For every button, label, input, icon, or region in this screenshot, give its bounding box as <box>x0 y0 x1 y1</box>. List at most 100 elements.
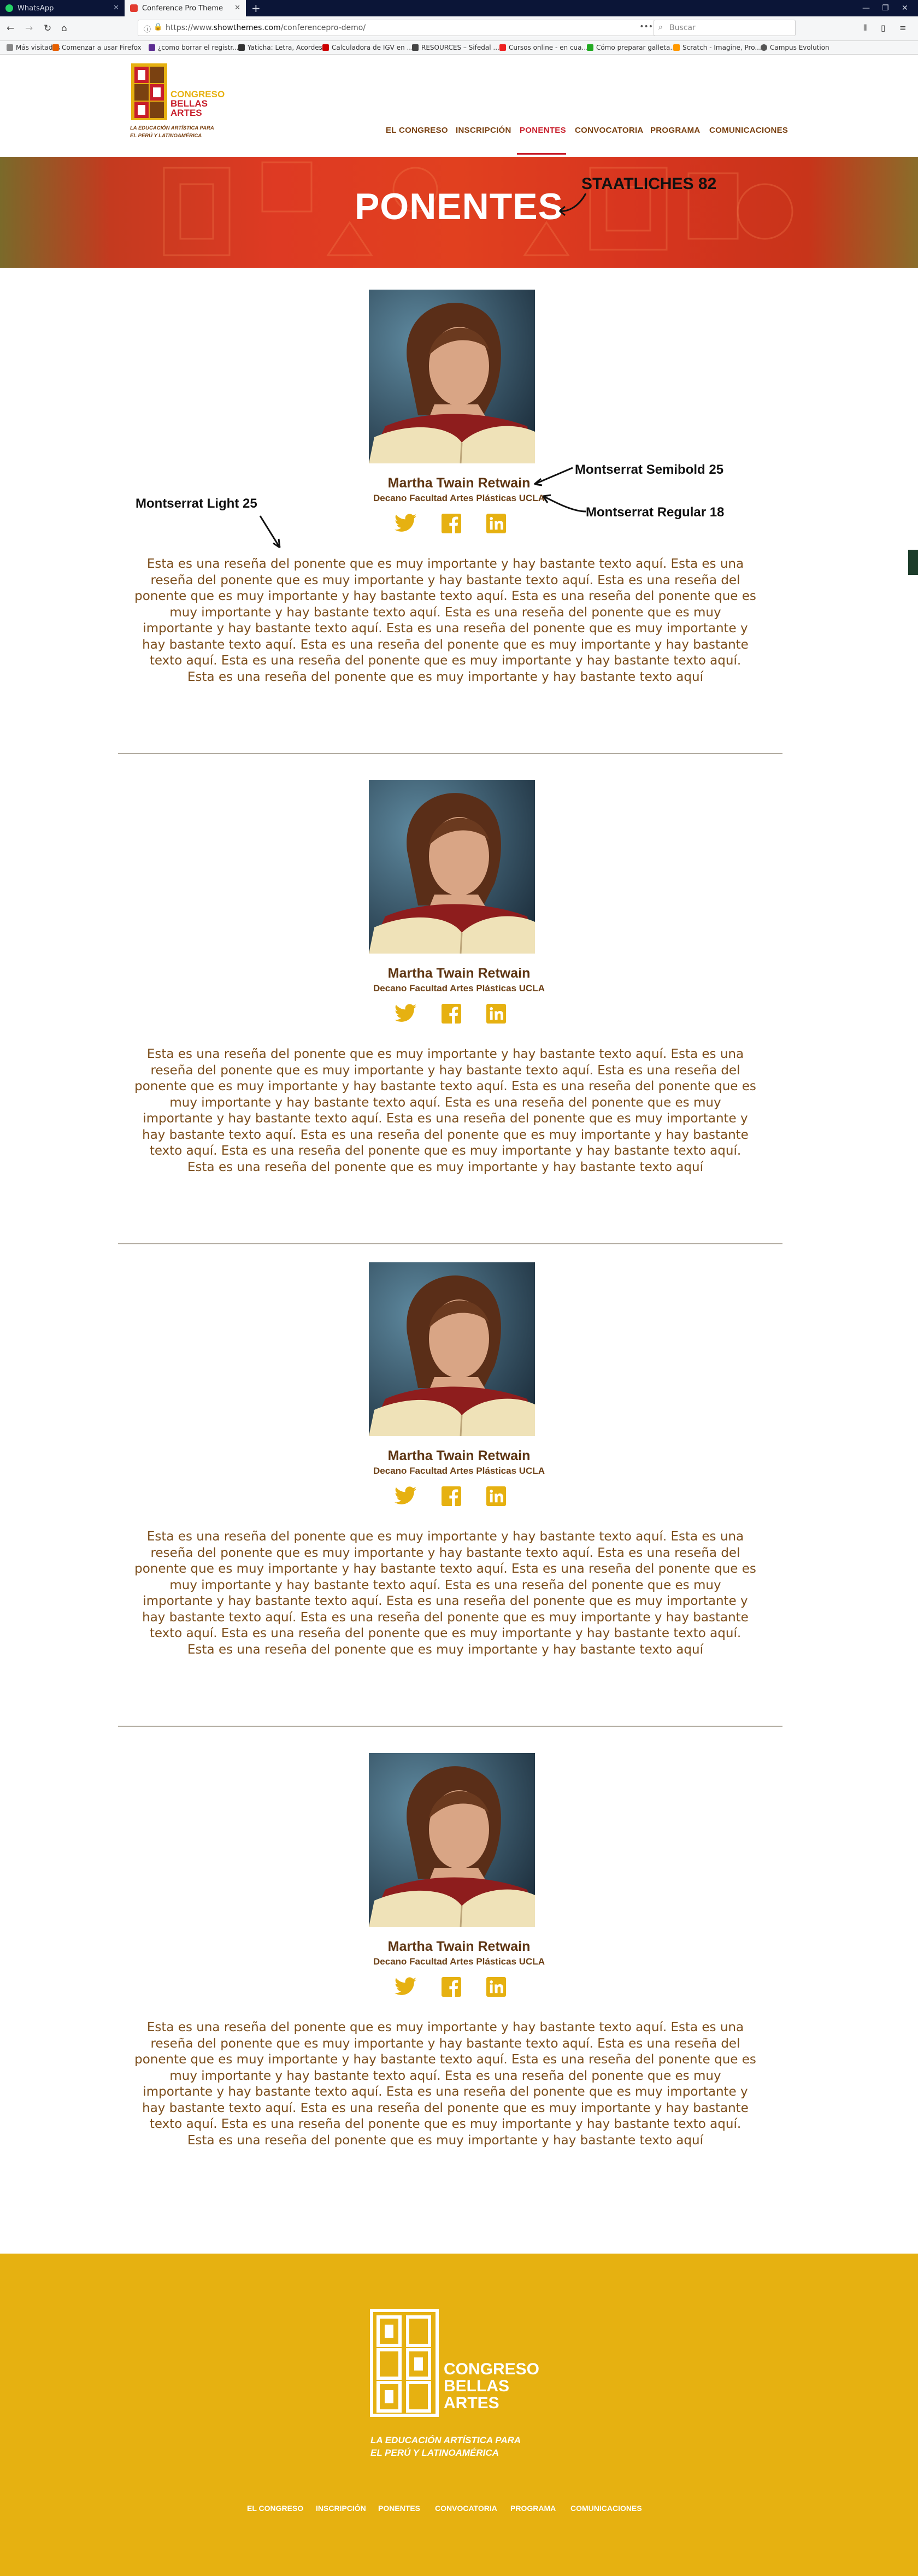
annotation-role-font: Montserrat Regular 18 <box>586 505 725 520</box>
annotation-arrow-icon <box>559 193 587 216</box>
info-icon[interactable]: ⓘ <box>144 23 151 34</box>
speaker-photo <box>369 290 535 463</box>
page-icon <box>238 44 245 51</box>
new-tab-button[interactable]: + <box>247 0 263 16</box>
annotation-name-font: Montserrat Semibold 25 <box>575 462 724 477</box>
nav-comunicaciones[interactable]: COMUNICACIONES <box>709 126 788 135</box>
annotation-arrow-icon <box>534 467 573 486</box>
twitter-icon[interactable] <box>395 1486 416 1506</box>
page-icon <box>412 44 419 51</box>
speaker-bio: Esta es una reseña del ponente que es mu… <box>134 557 756 684</box>
footer-nav-comunicaciones[interactable]: COMUNICACIONES <box>570 2504 642 2513</box>
bookmark-item[interactable]: RESOURCES – Sifedal ... <box>412 44 499 51</box>
footer-nav-convocatoria[interactable]: CONVOCATORIA <box>435 2504 497 2513</box>
twitter-icon[interactable] <box>395 514 416 533</box>
restore-icon[interactable]: ❐ <box>882 4 889 13</box>
footer-nav-inscripcion[interactable]: INSCRIPCIÓN <box>316 2504 366 2513</box>
gear-icon <box>7 44 13 51</box>
linkedin-icon[interactable] <box>486 1004 508 1024</box>
sidebar-icon[interactable]: ▯ <box>881 23 885 33</box>
bookmark-item[interactable]: Yaticha: Letra, Acordes... <box>238 44 328 51</box>
speaker-photo <box>369 1262 535 1436</box>
speaker-photo <box>369 780 535 954</box>
library-icon[interactable]: ⫴ <box>863 23 867 33</box>
footer-logo-mark-icon <box>370 2309 439 2417</box>
nav-el-congreso[interactable]: EL CONGRESO <box>386 126 448 135</box>
home-icon[interactable]: ⌂ <box>61 23 67 34</box>
annotation-arrow-icon <box>259 515 281 549</box>
tab-label: WhatsApp <box>17 4 54 13</box>
close-tab-icon[interactable]: ✕ <box>113 4 119 12</box>
tab-conference-pro[interactable]: Conference Pro Theme ✕ <box>125 0 246 16</box>
minimize-icon[interactable]: — <box>862 4 870 13</box>
menu-icon[interactable]: ≡ <box>899 23 907 33</box>
whatsapp-icon <box>5 4 13 12</box>
portrait-image <box>369 1262 535 1436</box>
facebook-icon[interactable] <box>442 1004 463 1024</box>
yahoo-icon <box>149 44 155 51</box>
browser-tab-bar: WhatsApp ✕ Conference Pro Theme ✕ + — ❐ … <box>0 0 918 16</box>
page-icon <box>499 44 506 51</box>
twitter-icon[interactable] <box>395 1004 416 1024</box>
nav-inscripcion[interactable]: INSCRIPCIÓN <box>456 126 511 135</box>
page-title: PONENTES <box>354 186 564 227</box>
nav-ponentes[interactable]: PONENTES <box>520 126 566 135</box>
speaker-role: Decano Facultad Artes Plásticas UCLA <box>373 1956 545 1967</box>
page-hero-banner: PONENTES <box>0 157 918 268</box>
annotation-hero-font: STAATLICHES 82 <box>581 175 717 193</box>
search-input[interactable]: ⌕ Buscar <box>654 20 796 36</box>
speaker-name: Martha Twain Retwain <box>387 1939 531 1954</box>
forward-icon[interactable]: → <box>25 23 33 34</box>
scratch-icon <box>673 44 680 51</box>
portrait-image <box>369 290 535 463</box>
browser-toolbar: ← → ↻ ⌂ ⓘ 🔒 https://www.showthemes.com/c… <box>0 16 918 41</box>
footer-tagline: LA EDUCACIÓN ARTÍSTICA PARA EL PERÚ Y LA… <box>370 2435 521 2458</box>
url-bar[interactable]: ⓘ 🔒 https://www.showthemes.com/conferenc… <box>138 20 684 36</box>
portrait-image <box>369 780 535 954</box>
page-favicon-icon <box>130 4 138 12</box>
site-logo[interactable]: CONGRESO BELLAS ARTES LA EDUCACIÓN ARTÍS… <box>129 62 227 144</box>
annotation-bio-font: Montserrat Light 25 <box>136 496 257 511</box>
tab-whatsapp[interactable]: WhatsApp ✕ <box>0 0 125 16</box>
speaker-role: Decano Facultad Artes Plásticas UCLA <box>373 983 545 993</box>
back-icon[interactable]: ← <box>7 23 14 34</box>
side-floating-tab[interactable] <box>908 550 918 575</box>
lock-icon: 🔒 <box>154 23 163 31</box>
bookmark-item[interactable]: Comenzar a usar Firefox <box>52 44 142 51</box>
close-tab-icon[interactable]: ✕ <box>234 4 240 12</box>
twitter-icon[interactable] <box>395 1977 416 1997</box>
bookmark-item[interactable]: ¿como borrar el registr... <box>149 44 239 51</box>
footer-nav-programa[interactable]: PROGRAMA <box>510 2504 556 2513</box>
url-text: https://www.showthemes.com/conferencepro… <box>166 23 366 32</box>
bookmark-item[interactable]: Calculadora de IGV en ... <box>322 44 413 51</box>
nav-programa[interactable]: PROGRAMA <box>650 126 701 135</box>
bookmark-item[interactable]: Campus Evolution <box>761 44 829 51</box>
facebook-icon[interactable] <box>442 1977 463 1997</box>
bookmark-item[interactable]: Cómo preparar galleta... <box>587 44 676 51</box>
bookmark-item[interactable]: Cursos online - en cua... <box>499 44 588 51</box>
footer-logo[interactable]: CONGRESO BELLAS ARTES <box>369 2308 555 2418</box>
linkedin-icon[interactable] <box>486 514 508 533</box>
logo-wordmark: CONGRESO BELLAS ARTES <box>170 89 225 118</box>
site-footer: CONGRESO BELLAS ARTES LA EDUCACIÓN ARTÍS… <box>0 2254 918 2576</box>
page-actions-icon[interactable]: ••• <box>639 22 653 31</box>
footer-nav-ponentes[interactable]: PONENTES <box>378 2504 420 2513</box>
window-close-icon[interactable]: ✕ <box>902 4 908 13</box>
search-placeholder: Buscar <box>669 23 696 32</box>
active-nav-underline <box>517 153 566 155</box>
speaker-role: Decano Facultad Artes Plásticas UCLA <box>373 1466 545 1476</box>
facebook-icon[interactable] <box>442 514 463 533</box>
bookmark-item[interactable]: Scratch - Imagine, Pro... <box>673 44 761 51</box>
portrait-image <box>369 1753 535 1927</box>
annotation-arrow-icon <box>542 494 586 513</box>
linkedin-icon[interactable] <box>486 1486 508 1506</box>
nav-convocatoria[interactable]: CONVOCATORIA <box>575 126 644 135</box>
speaker-bio: Esta es una reseña del ponente que es mu… <box>134 1530 756 1657</box>
footer-nav-el-congreso[interactable]: EL CONGRESO <box>247 2504 303 2513</box>
speaker-divider <box>118 1243 782 1244</box>
linkedin-icon[interactable] <box>486 1977 508 1997</box>
footer-logo-wordmark: CONGRESO BELLAS ARTES <box>444 2360 540 2412</box>
reload-icon[interactable]: ↻ <box>44 23 51 34</box>
calculator-icon <box>322 44 329 51</box>
facebook-icon[interactable] <box>442 1486 463 1506</box>
